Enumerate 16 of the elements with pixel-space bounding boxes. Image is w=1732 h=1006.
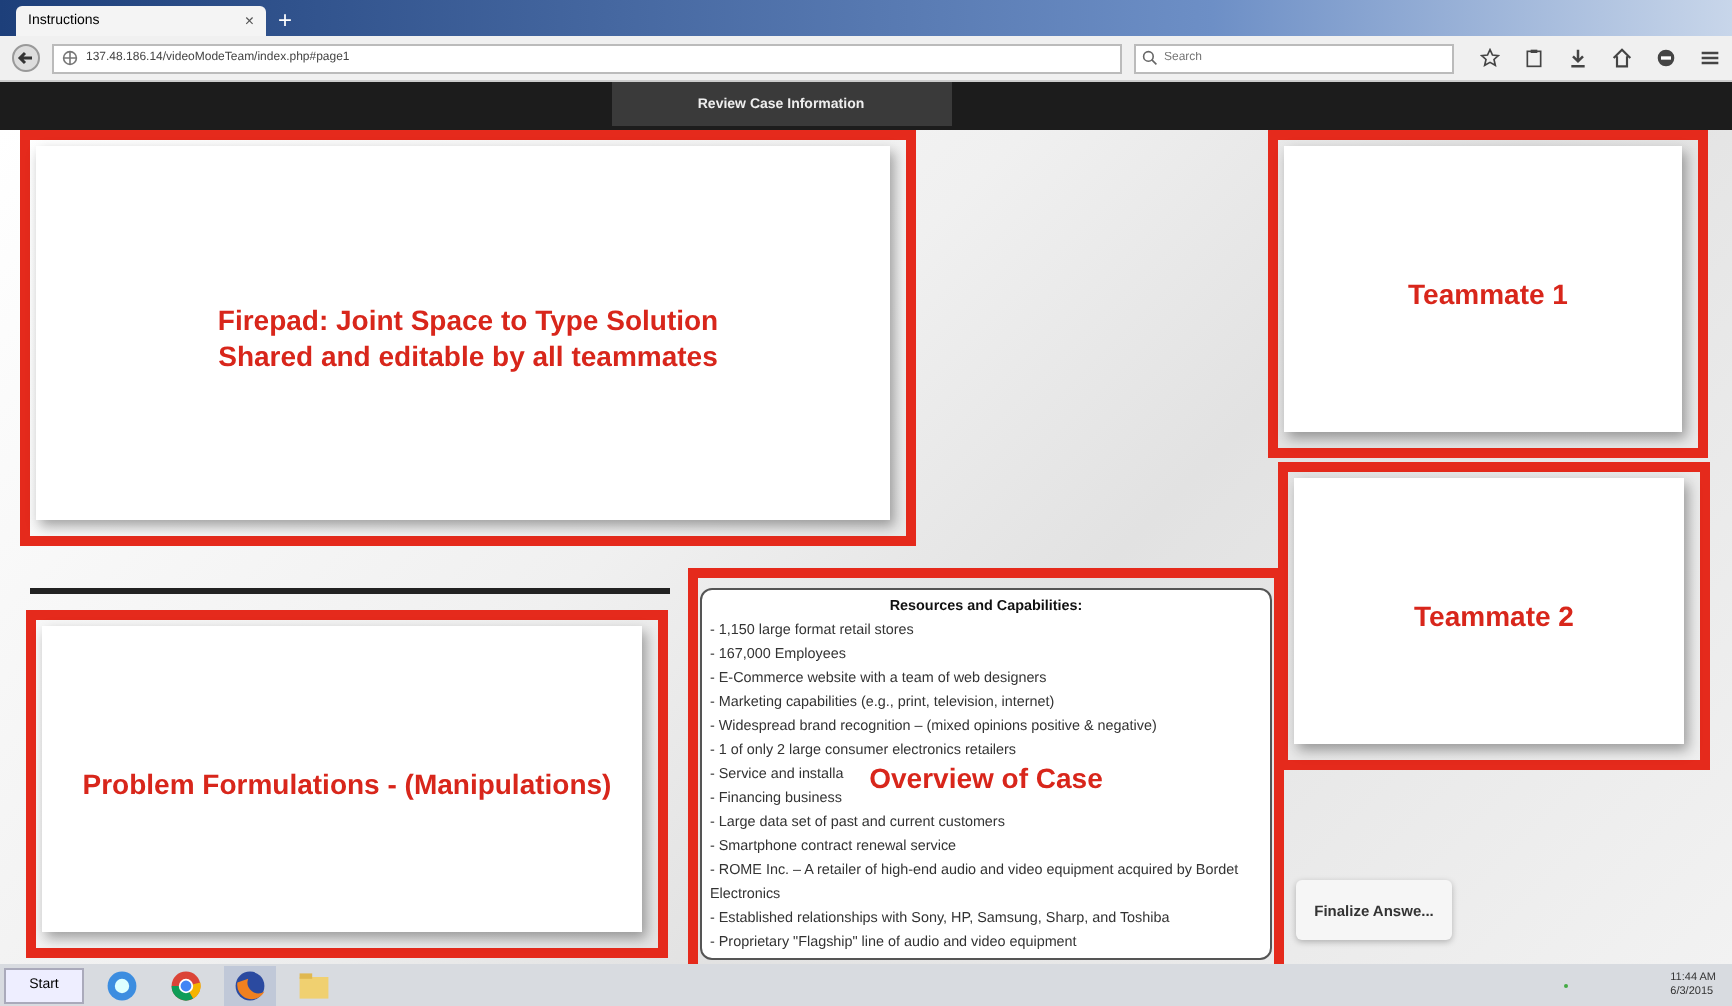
annotation-label: Overview of Case [869, 760, 1103, 796]
globe-icon [62, 50, 78, 66]
clipboard-icon[interactable] [1524, 48, 1544, 68]
firefox-icon[interactable] [224, 965, 276, 1005]
back-icon[interactable] [12, 44, 40, 72]
annotation-label: Firepad: Joint Space to Type Solution Shared and editable by all teammates [217, 302, 719, 374]
annotation-label: Teammate 1 [1408, 276, 1568, 312]
download-icon[interactable] [1568, 48, 1588, 68]
annotation-label: Problem Formulations - (Manipulations) [82, 766, 612, 802]
menu-icon[interactable] [1700, 48, 1720, 68]
home-icon[interactable] [1612, 48, 1632, 68]
search-icon [1142, 50, 1158, 66]
annotation-label: Teammate 2 [1414, 598, 1574, 634]
close-icon[interactable]: × [244, 12, 254, 30]
new-tab-button[interactable]: + [278, 6, 293, 36]
star-icon[interactable] [1480, 48, 1500, 68]
